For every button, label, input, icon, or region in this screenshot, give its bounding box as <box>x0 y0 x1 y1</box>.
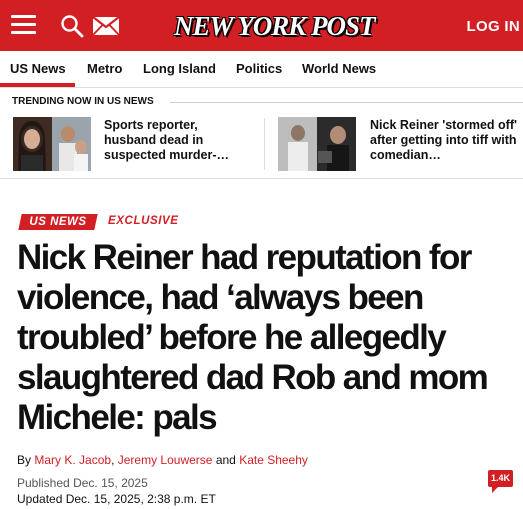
byline-separator: , <box>111 453 115 467</box>
author-link[interactable]: Kate Sheehy <box>239 453 308 467</box>
updated-label: Updated <box>17 492 63 506</box>
trending-rule <box>170 102 523 103</box>
updated-date: Updated Dec. 15, 2025, 2:38 p.m. ET <box>17 492 216 506</box>
comments-button[interactable]: 1.4K <box>488 470 513 493</box>
nav-item-world-news[interactable]: World News <box>302 61 376 76</box>
section-tag-label: US NEWS <box>29 216 87 228</box>
nav-item-long-island[interactable]: Long Island <box>143 61 216 76</box>
trending-thumbnail <box>13 117 91 171</box>
published-label: Published <box>17 476 70 490</box>
site-logo[interactable]: NEW YORK POST <box>174 11 376 42</box>
byline-prefix: By <box>17 453 32 467</box>
hamburger-menu-icon[interactable] <box>11 15 36 35</box>
nav-item-politics[interactable]: Politics <box>236 61 282 76</box>
trending-title[interactable]: Nick Reiner 'stormed off' after getting … <box>370 118 518 163</box>
trending-divider <box>264 118 265 170</box>
byline: By Mary K. Jacob, Jeremy Louwerse and Ka… <box>17 453 308 467</box>
author-link[interactable]: Jeremy Louwerse <box>118 453 213 467</box>
section-tag-us-news[interactable]: US NEWS <box>18 214 98 230</box>
trending-title[interactable]: Sports reporter, husband dead in suspect… <box>104 118 252 163</box>
section-nav: US News Metro Long Island Politics World… <box>0 51 523 88</box>
updated-value: Dec. 15, 2025, 2:38 p.m. ET <box>65 492 216 506</box>
article-headline: Nick Reiner had reputation for violence,… <box>17 238 489 437</box>
nav-item-metro[interactable]: Metro <box>87 61 122 76</box>
search-icon[interactable] <box>60 14 84 38</box>
trending-bottom-rule <box>0 178 523 179</box>
trending-item[interactable]: Sports reporter, husband dead in suspect… <box>13 117 253 171</box>
nav-item-us-news[interactable]: US News <box>10 61 66 76</box>
mail-icon[interactable] <box>92 16 120 36</box>
byline-and: and <box>215 453 236 467</box>
logo-text: NEW YORK POST <box>174 11 376 41</box>
nav-active-indicator <box>0 83 75 87</box>
comment-count: 1.4K <box>490 473 510 483</box>
trending-thumbnail <box>278 117 356 171</box>
author-link[interactable]: Mary K. Jacob <box>34 453 111 467</box>
exclusive-label: EXCLUSIVE <box>108 215 179 227</box>
published-value: Dec. 15, 2025 <box>73 476 148 490</box>
trending-heading: TRENDING NOW IN US NEWS <box>12 96 154 107</box>
trending-item[interactable]: Nick Reiner 'stormed off' after getting … <box>278 117 518 171</box>
published-date: Published Dec. 15, 2025 <box>17 476 148 490</box>
login-button[interactable]: LOG IN <box>467 18 520 35</box>
top-bar: NEW YORK POST LOG IN <box>0 0 523 51</box>
